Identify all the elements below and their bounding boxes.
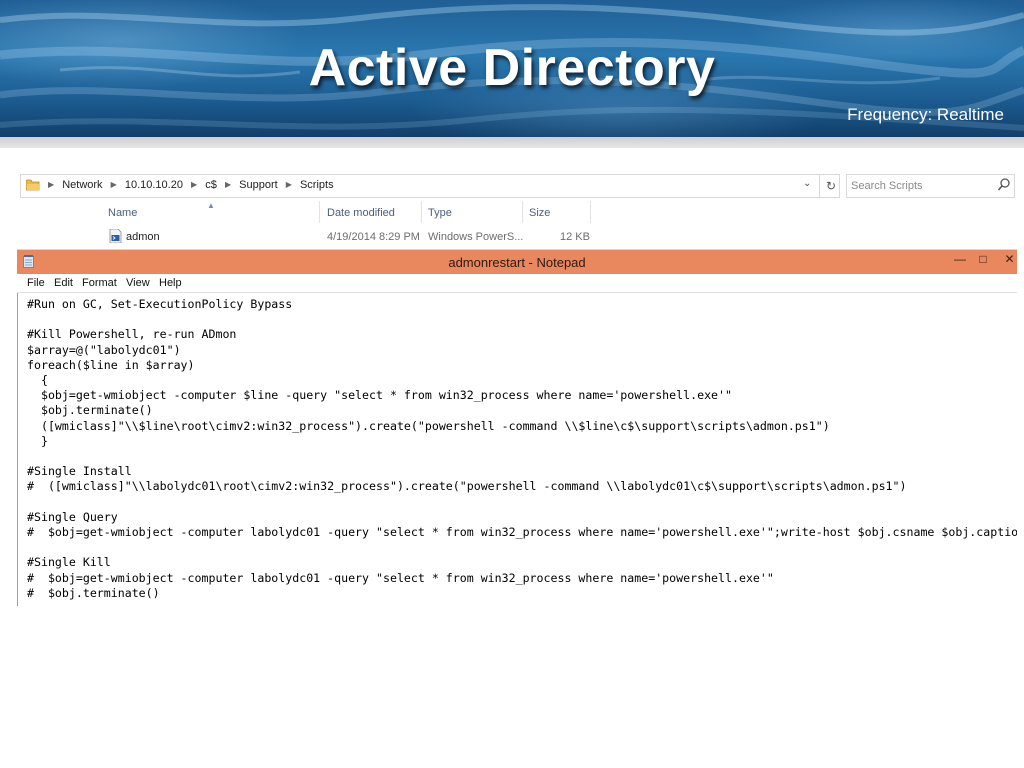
code-line: foreach($line in $array) <box>27 357 195 372</box>
minimize-icon[interactable]: — <box>950 252 970 268</box>
code-line: #Single Kill <box>27 555 111 570</box>
code-line: #Single Install <box>27 464 132 479</box>
search-box[interactable] <box>846 174 1015 198</box>
breadcrumb: ▶ Network ▶ 10.10.10.20 ▶ c$ ▶ Support ▶… <box>43 179 334 191</box>
frequency-label: Frequency: Realtime <box>847 105 1004 124</box>
address-bar[interactable]: ▶ Network ▶ 10.10.10.20 ▶ c$ ▶ Support ▶… <box>20 174 840 198</box>
search-input[interactable] <box>851 178 991 193</box>
column-divider[interactable] <box>421 201 422 223</box>
code-line: # $obj.terminate() <box>27 585 160 600</box>
code-line: $obj.terminate() <box>27 403 153 418</box>
breadcrumb-support[interactable]: Support <box>239 179 278 191</box>
menu-format[interactable]: Format <box>82 277 117 289</box>
chevron-right-icon: ▶ <box>191 180 198 189</box>
sort-ascending-icon: ▲ <box>207 201 215 210</box>
breadcrumb-ip[interactable]: 10.10.10.20 <box>125 179 183 191</box>
folder-icon <box>26 179 40 191</box>
notepad-menubar: File Edit Format View Help <box>17 274 1017 293</box>
chevron-right-icon: ▶ <box>285 180 292 189</box>
address-row: ▶ Network ▶ 10.10.10.20 ▶ c$ ▶ Support ▶… <box>17 174 1017 198</box>
refresh-icon[interactable]: ↻ <box>819 175 842 197</box>
column-size[interactable]: Size <box>529 207 550 219</box>
code-line: ([wmiclass]"\\$line\root\cimv2:win32_pro… <box>27 418 830 433</box>
code-line: # $obj=get-wmiobject -computer labolydc0… <box>27 525 1017 540</box>
file-date-modified: 4/19/2014 8:29 PM <box>327 231 420 243</box>
file-row[interactable]: admon 4/19/2014 8:29 PM Windows PowerS..… <box>17 227 1017 247</box>
code-line: #Single Query <box>27 509 118 524</box>
powershell-file-icon <box>109 229 122 243</box>
banner-divider <box>0 137 1024 148</box>
script-text: #Run on GC, Set-ExecutionPolicy Bypass #… <box>27 297 1017 601</box>
column-header-row: ▲ Name Date modified Type Size <box>17 201 1017 225</box>
slide-banner: Active Directory Frequency: Realtime <box>0 0 1024 137</box>
column-type[interactable]: Type <box>428 207 452 219</box>
code-line: $array=@("labolydc01") <box>27 342 181 357</box>
file-type: Windows PowerS... <box>428 231 524 243</box>
column-name[interactable]: Name <box>108 207 137 219</box>
code-line: # $obj=get-wmiobject -computer labolydc0… <box>27 570 774 585</box>
search-icon[interactable] <box>997 177 1011 193</box>
notepad-titlebar[interactable]: admonrestart - Notepad — □ ✕ <box>17 250 1017 274</box>
notepad-window-title: admonrestart - Notepad <box>448 255 586 270</box>
code-line: } <box>27 433 48 448</box>
chevron-down-icon[interactable]: ⌄ <box>803 178 811 189</box>
column-date-modified[interactable]: Date modified <box>327 207 395 219</box>
chevron-right-icon: ▶ <box>48 180 55 189</box>
chevron-right-icon: ▶ <box>224 180 232 189</box>
chevron-right-icon: ▶ <box>110 180 117 189</box>
column-divider[interactable] <box>319 201 320 223</box>
code-line: # ([wmiclass]"\\labolydc01\root\cimv2:wi… <box>27 479 907 494</box>
menu-help[interactable]: Help <box>159 277 182 289</box>
close-icon[interactable]: ✕ <box>1002 252 1017 268</box>
file-size: 12 KB <box>560 231 590 243</box>
file-explorer-window: ▶ Network ▶ 10.10.10.20 ▶ c$ ▶ Support ▶… <box>17 148 1017 250</box>
breadcrumb-network[interactable]: Network <box>62 179 102 191</box>
menu-edit[interactable]: Edit <box>54 277 73 289</box>
menu-view[interactable]: View <box>126 277 150 289</box>
menu-file[interactable]: File <box>27 277 45 289</box>
column-divider[interactable] <box>522 201 523 223</box>
breadcrumb-share[interactable]: c$ <box>205 179 217 191</box>
screenshot-panel: ▶ Network ▶ 10.10.10.20 ▶ c$ ▶ Support ▶… <box>17 148 1017 606</box>
breadcrumb-scripts[interactable]: Scripts <box>300 179 334 191</box>
file-name[interactable]: admon <box>126 231 160 243</box>
notepad-text-area[interactable]: #Run on GC, Set-ExecutionPolicy Bypass #… <box>17 293 1017 606</box>
column-divider[interactable] <box>590 201 591 223</box>
code-line: $obj=get-wmiobject -computer $line -quer… <box>27 388 732 403</box>
code-line: #Run on GC, Set-ExecutionPolicy Bypass <box>27 297 293 311</box>
code-line: #Kill Powershell, re-run ADmon <box>27 327 237 342</box>
slide-title: Active Directory <box>308 39 716 97</box>
maximize-icon[interactable]: □ <box>973 252 993 268</box>
code-line: { <box>27 373 48 388</box>
